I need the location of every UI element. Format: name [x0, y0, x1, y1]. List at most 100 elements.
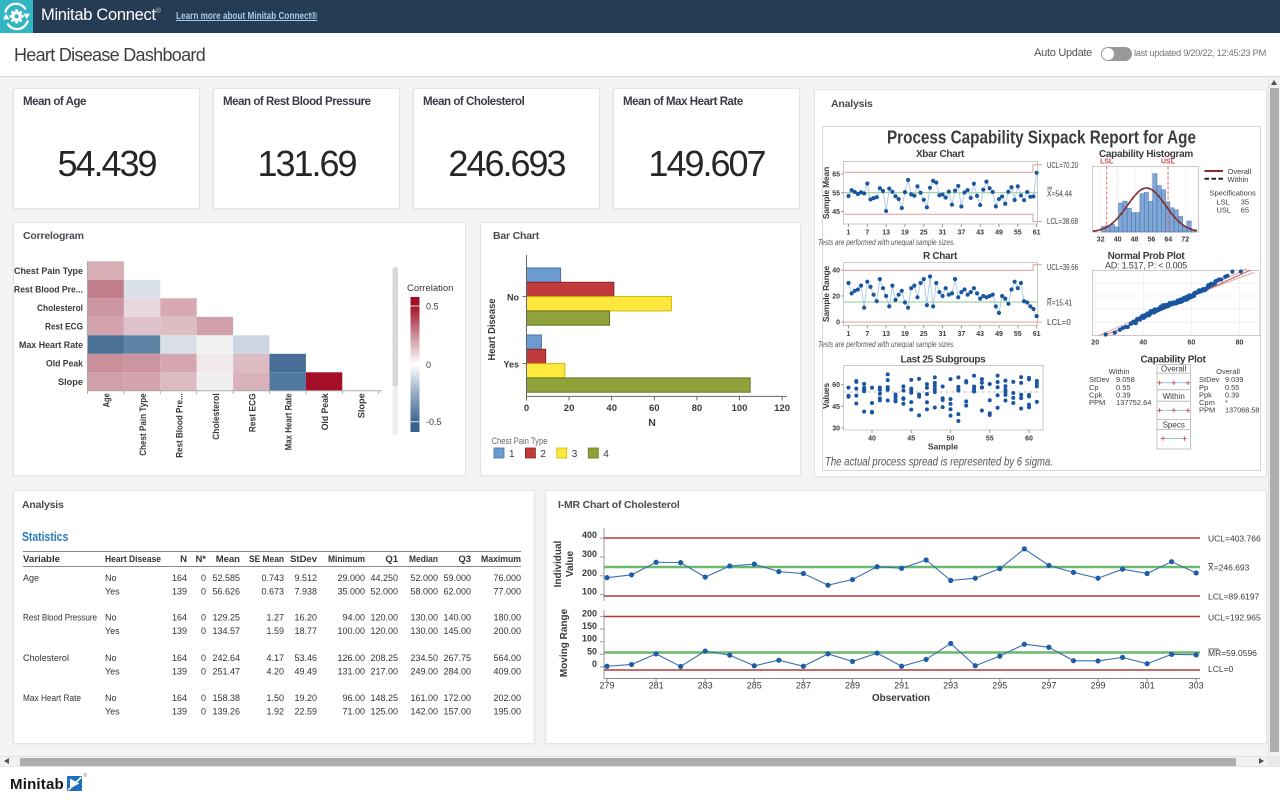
- svg-text:60: 60: [1188, 340, 1196, 347]
- svg-text:52.000: 52.000: [370, 586, 398, 596]
- svg-text:Old Peak: Old Peak: [320, 393, 331, 431]
- svg-text:Chest Pain Type: Chest Pain Type: [138, 393, 149, 456]
- svg-text:45: 45: [907, 436, 915, 443]
- svg-text:3: 3: [572, 449, 578, 460]
- svg-text:13: 13: [882, 230, 890, 237]
- svg-text:164: 164: [172, 612, 187, 622]
- svg-text:120.00: 120.00: [370, 626, 398, 636]
- svg-text:Overall: Overall: [1161, 365, 1187, 374]
- svg-text:R Chart: R Chart: [923, 251, 958, 262]
- svg-text:Old Peak: Old Peak: [46, 359, 84, 370]
- svg-text:22.59: 22.59: [294, 707, 317, 717]
- svg-text:25: 25: [920, 331, 928, 338]
- svg-text:0.673: 0.673: [261, 586, 284, 596]
- svg-text:Specs: Specs: [1163, 421, 1185, 430]
- svg-text:157.00: 157.00: [443, 707, 471, 717]
- svg-text:Slope: Slope: [357, 393, 368, 418]
- svg-text:Observation: Observation: [872, 693, 930, 704]
- svg-text:31: 31: [939, 331, 947, 338]
- svg-text:No: No: [105, 573, 117, 583]
- svg-text:59.000: 59.000: [443, 573, 471, 583]
- svg-text:No: No: [105, 653, 117, 663]
- svg-text:Rest Blood Pre...: Rest Blood Pre...: [14, 285, 83, 296]
- svg-text:UCL=70.20: UCL=70.20: [1047, 161, 1078, 170]
- svg-text:217.00: 217.00: [370, 666, 398, 676]
- svg-text:X=246.693: X=246.693: [1208, 563, 1250, 573]
- svg-text:40: 40: [1139, 340, 1147, 347]
- svg-text:180.00: 180.00: [493, 612, 521, 622]
- svg-text:16.20: 16.20: [294, 612, 317, 622]
- svg-text:564.00: 564.00: [493, 653, 521, 663]
- svg-text:Individual: Individual: [553, 540, 564, 587]
- svg-text:20: 20: [1091, 340, 1099, 347]
- svg-text:52.585: 52.585: [212, 573, 240, 583]
- svg-text:Process Capability Sixpack Rep: Process Capability Sixpack Report for Ag…: [887, 128, 1196, 148]
- svg-text:77.000: 77.000: [493, 586, 521, 596]
- svg-text:100: 100: [732, 403, 748, 414]
- svg-text:Q1: Q1: [385, 554, 398, 565]
- svg-text:Max Heart Rate: Max Heart Rate: [284, 393, 295, 450]
- svg-text:58.000: 58.000: [410, 586, 438, 596]
- svg-text:UCL=403.766: UCL=403.766: [1208, 534, 1261, 544]
- svg-text:164: 164: [172, 653, 187, 663]
- svg-text:158.38: 158.38: [212, 693, 240, 703]
- svg-text:7: 7: [865, 230, 869, 237]
- svg-text:40: 40: [868, 436, 876, 443]
- svg-text:29.000: 29.000: [337, 573, 365, 583]
- svg-text:0: 0: [201, 707, 206, 717]
- svg-text:300: 300: [582, 549, 597, 559]
- svg-text:7.938: 7.938: [294, 586, 317, 596]
- svg-text:LCL=0: LCL=0: [1047, 318, 1071, 327]
- svg-text:UCL=192.965: UCL=192.965: [1208, 613, 1261, 623]
- svg-text:44.250: 44.250: [370, 573, 398, 583]
- svg-text:Max Heart Rate: Max Heart Rate: [19, 340, 83, 351]
- svg-text:0: 0: [201, 586, 206, 596]
- svg-text:The actual process spread is r: The actual process spread is represented…: [825, 455, 1053, 469]
- svg-text:13: 13: [882, 331, 890, 338]
- svg-text:140.00: 140.00: [443, 612, 471, 622]
- svg-text:76.000: 76.000: [493, 573, 521, 583]
- svg-text:409.00: 409.00: [493, 666, 521, 676]
- svg-text:AD: 1.517, P: < 0.005: AD: 1.517, P: < 0.005: [1105, 261, 1187, 271]
- svg-text:40: 40: [606, 403, 617, 414]
- svg-text:289: 289: [845, 681, 860, 691]
- svg-text:Value: Value: [565, 551, 576, 578]
- svg-text:30: 30: [832, 426, 840, 433]
- svg-text:45: 45: [832, 209, 840, 216]
- svg-text:61: 61: [1033, 331, 1041, 338]
- svg-text:4: 4: [603, 449, 609, 460]
- svg-text:303: 303: [1189, 681, 1204, 691]
- svg-text:19.20: 19.20: [294, 693, 317, 703]
- svg-text:Rest ECG: Rest ECG: [247, 393, 258, 432]
- svg-text:139: 139: [172, 586, 187, 596]
- svg-text:Cholesterol: Cholesterol: [211, 393, 222, 440]
- svg-text:Tests are performed with unequ: Tests are performed with unequal sample …: [818, 237, 955, 247]
- svg-text:134.57: 134.57: [212, 626, 240, 636]
- svg-text:208.25: 208.25: [370, 653, 398, 663]
- svg-text:Yes: Yes: [105, 707, 120, 717]
- svg-text:Sample Mean: Sample Mean: [821, 167, 831, 219]
- svg-text:48: 48: [1131, 237, 1139, 244]
- svg-text:130.00: 130.00: [410, 612, 438, 622]
- svg-text:Within: Within: [1228, 175, 1249, 184]
- svg-text:94.00: 94.00: [342, 612, 365, 622]
- svg-text:Yes: Yes: [503, 359, 519, 369]
- svg-text:UCL=39.66: UCL=39.66: [1047, 263, 1078, 272]
- svg-text:61: 61: [1033, 230, 1041, 237]
- svg-text:Mean: Mean: [216, 554, 240, 565]
- svg-text:60: 60: [832, 382, 840, 389]
- svg-text:No: No: [105, 612, 117, 622]
- svg-text:60: 60: [649, 403, 660, 414]
- svg-text:200.00: 200.00: [493, 626, 521, 636]
- svg-text:200: 200: [582, 608, 597, 618]
- svg-text:202.00: 202.00: [493, 693, 521, 703]
- svg-text:19: 19: [901, 230, 909, 237]
- svg-text:-0.5: -0.5: [426, 417, 442, 427]
- svg-text:285: 285: [747, 681, 762, 691]
- svg-text:Xbar Chart: Xbar Chart: [916, 149, 965, 160]
- svg-text:0: 0: [592, 659, 597, 669]
- svg-text:0: 0: [426, 360, 431, 370]
- svg-text:139.26: 139.26: [212, 707, 240, 717]
- svg-text:137752.64: 137752.64: [1116, 398, 1151, 407]
- svg-text:80: 80: [692, 403, 703, 414]
